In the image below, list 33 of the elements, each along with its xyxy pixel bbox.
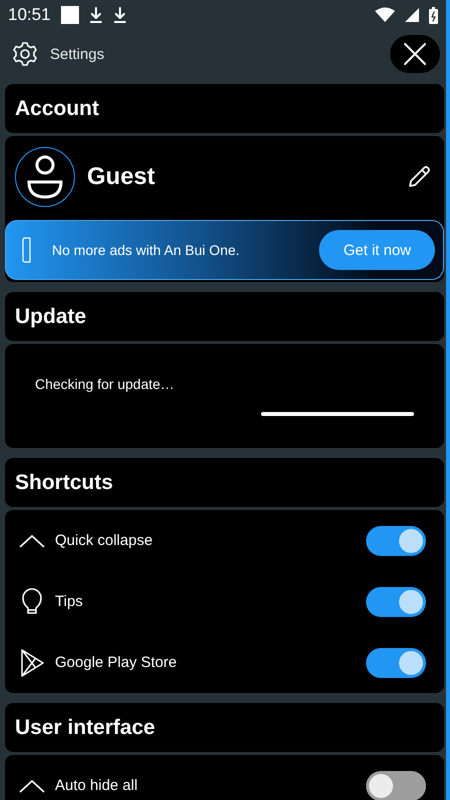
- account-name: Guest: [87, 163, 156, 191]
- settings-icon: [12, 41, 38, 67]
- download-icon: [112, 6, 127, 24]
- section-title: Shortcuts: [15, 470, 114, 494]
- status-time: 10:51: [8, 5, 51, 25]
- toggle-switch[interactable]: [366, 770, 426, 800]
- close-button[interactable]: [390, 35, 440, 73]
- setting-label: Google Play Store: [55, 654, 177, 671]
- battery-icon: [429, 6, 438, 24]
- setting-label: Tips: [55, 593, 83, 610]
- wifi-icon: [375, 7, 395, 23]
- section-title: Account: [15, 96, 99, 120]
- download-icon: [88, 6, 103, 24]
- collapse-caret-icon: [17, 778, 47, 792]
- section-title: Update: [15, 304, 86, 328]
- update-status: Checking for update…: [35, 376, 176, 392]
- setting-label: Auto hide all: [55, 777, 138, 794]
- section-title: User interface: [15, 716, 156, 740]
- notification-icon: [60, 6, 79, 24]
- toggle-switch[interactable]: [366, 648, 426, 678]
- toggle-switch[interactable]: [366, 526, 426, 556]
- setting-label: Quick collapse: [55, 532, 153, 549]
- signal-icon: [405, 8, 419, 22]
- phone-icon: [22, 237, 32, 263]
- header-title: Settings: [50, 46, 104, 62]
- toggle-switch[interactable]: [366, 586, 426, 616]
- get-it-now-button[interactable]: Get it now: [319, 230, 435, 270]
- pencil-icon: [406, 164, 432, 190]
- avatar-icon: [15, 147, 75, 207]
- collapse-caret-icon: [17, 534, 47, 548]
- edit-button[interactable]: [406, 164, 432, 190]
- promo-text: No more ads with An Bui One.: [52, 242, 240, 258]
- close-icon: [403, 42, 427, 66]
